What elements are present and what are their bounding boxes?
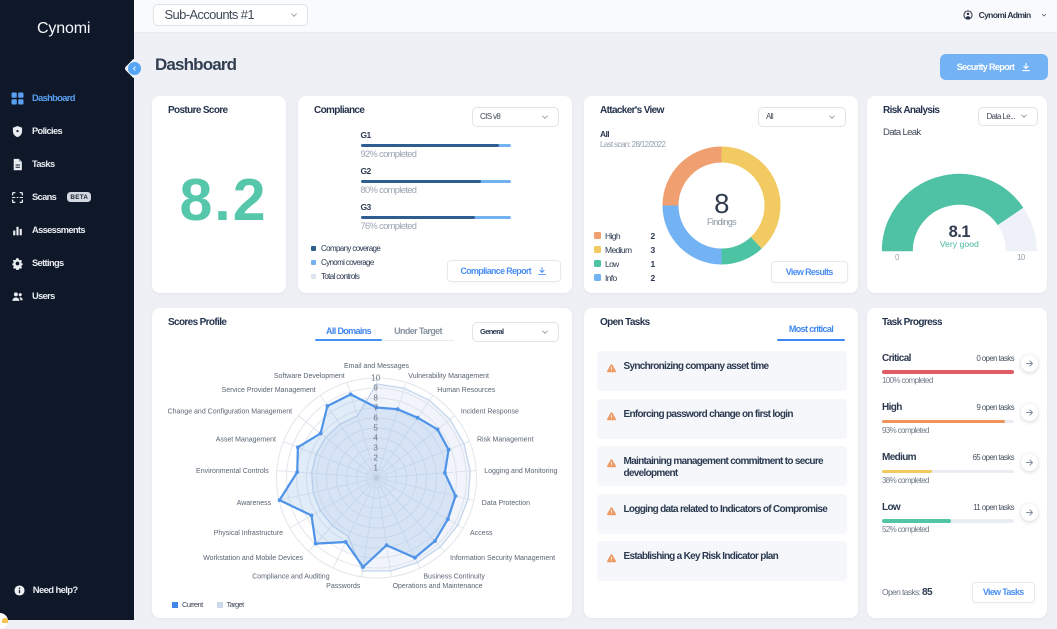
svg-text:Asset Management: Asset Management [216, 437, 276, 444]
svg-text:Information Security Managemen: Information Security Management [450, 555, 555, 562]
svg-text:4: 4 [373, 434, 378, 443]
svg-text:Data Protection: Data Protection [482, 500, 530, 507]
svg-text:Environmental Controls: Environmental Controls [196, 468, 269, 475]
svg-text:Vulnerability Management: Vulnerability Management [408, 373, 489, 380]
svg-text:Incident Response: Incident Response [461, 409, 519, 416]
svg-text:10: 10 [371, 374, 381, 383]
svg-text:Access: Access [470, 530, 493, 537]
svg-text:Compliance and Auditing: Compliance and Auditing [252, 573, 330, 580]
svg-text:Operations and Maintenance: Operations and Maintenance [393, 583, 483, 590]
svg-text:Service Provider Management: Service Provider Management [222, 387, 316, 394]
svg-text:5: 5 [373, 424, 378, 433]
svg-text:1: 1 [373, 464, 378, 473]
svg-text:Human Resources: Human Resources [437, 387, 495, 394]
svg-text:8: 8 [373, 394, 378, 403]
svg-text:Business Continuity: Business Continuity [423, 573, 485, 580]
svg-text:Risk Management: Risk Management [477, 437, 533, 444]
svg-text:Logging and Monitoring: Logging and Monitoring [484, 468, 557, 475]
svg-text:Passwords: Passwords [326, 583, 361, 590]
svg-text:6: 6 [373, 414, 378, 423]
svg-text:2: 2 [373, 454, 378, 463]
svg-text:Physical Infrastructure: Physical Infrastructure [214, 530, 283, 537]
svg-text:9: 9 [373, 384, 378, 393]
svg-text:7: 7 [373, 404, 378, 413]
svg-text:Email and Messages: Email and Messages [344, 363, 409, 370]
svg-text:3: 3 [373, 444, 378, 453]
svg-text:Awareness: Awareness [237, 500, 272, 507]
svg-text:Software Development: Software Development [274, 373, 345, 380]
svg-text:Change and Configuration Manag: Change and Configuration Management [168, 409, 293, 416]
svg-text:Workstation and Mobile Devices: Workstation and Mobile Devices [203, 555, 303, 562]
